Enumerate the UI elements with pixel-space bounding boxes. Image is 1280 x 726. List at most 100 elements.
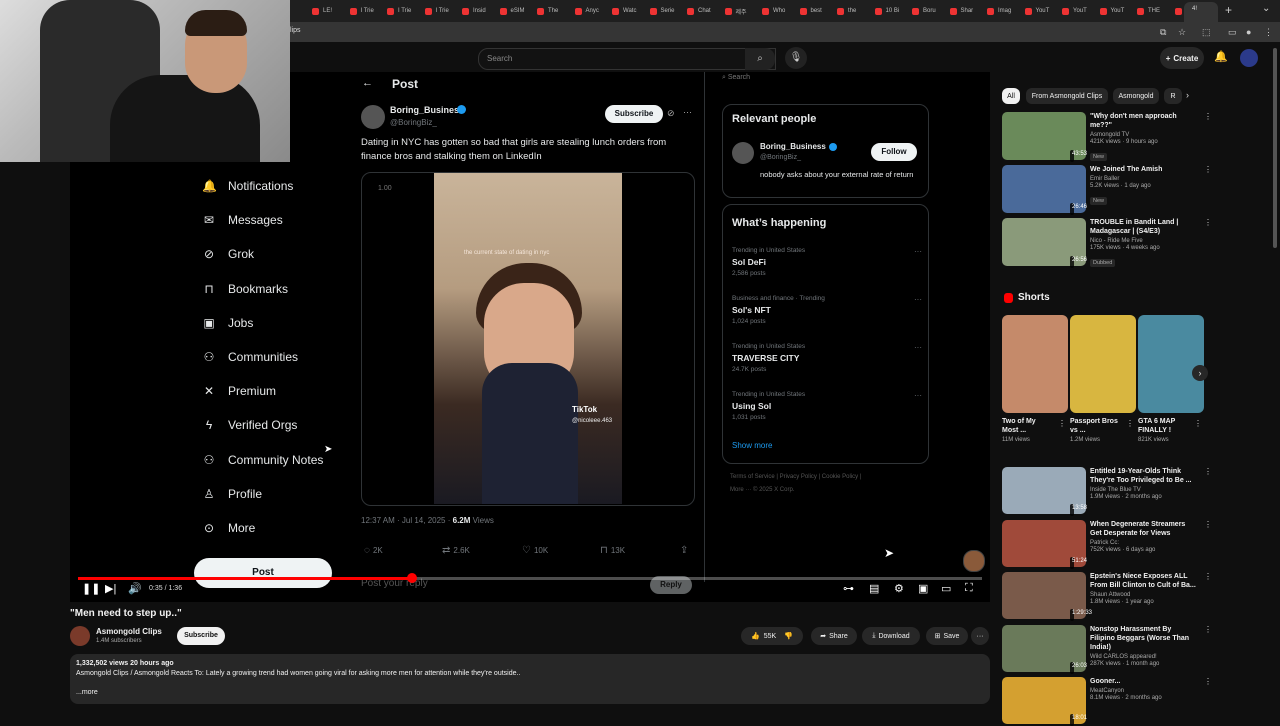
trend-item[interactable]: Business and finance · Trending Sol's NFT… xyxy=(732,295,922,325)
sidepanel-icon[interactable]: ▭ xyxy=(1228,27,1237,38)
save-button[interactable]: ⊞ Save xyxy=(926,627,968,645)
pause-icon[interactable]: ❚❚ xyxy=(82,582,100,595)
nav-item-jobs[interactable]: ▣ Jobs xyxy=(202,313,253,333)
tweet-author-avatar[interactable] xyxy=(361,105,385,129)
recommended-video[interactable]: 51:24 When Degenerate Streamers Get Despe… xyxy=(1002,519,1212,569)
tweet-author-handle[interactable]: @BoringBiz_ xyxy=(390,118,437,127)
channel-name[interactable]: Asmongold TV xyxy=(1090,132,1198,138)
nav-item-communities[interactable]: ⚇ Communities xyxy=(202,347,298,367)
profile-icon[interactable]: ● xyxy=(1246,27,1251,37)
like-action[interactable]: ♡ 10K xyxy=(522,545,548,556)
browser-tab[interactable]: 10 Bi xyxy=(874,3,909,19)
nav-item-profile[interactable]: ♙ Profile xyxy=(202,484,262,504)
bookmark-action[interactable]: ⊓ 13K xyxy=(600,545,625,556)
video-title[interactable]: Nonstop Harassment By Filipino Beggars (… xyxy=(1090,625,1198,652)
autoplay-toggle-icon[interactable]: ⊶ xyxy=(843,582,854,595)
more-icon[interactable]: ··· xyxy=(914,343,922,352)
browser-tab[interactable]: Insid xyxy=(462,3,496,19)
recommended-video[interactable]: 43:53 "Why don't men approach me??" Asmong… xyxy=(1002,112,1212,162)
active-tab[interactable]: 4! xyxy=(1184,2,1218,22)
more-vert-icon[interactable]: ⋮ xyxy=(1194,419,1202,428)
nav-item-bookmarks[interactable]: ⊓ Bookmarks xyxy=(202,279,288,299)
video-title[interactable]: TROUBLE in Bandit Land | Madagascar | (S… xyxy=(1090,218,1198,236)
thumbs-up-icon[interactable]: 👍 xyxy=(751,632,760,640)
video-thumbnail[interactable]: 51:24 xyxy=(1002,519,1087,569)
more-vert-icon[interactable]: ⋮ xyxy=(1126,419,1134,428)
chevron-right-icon[interactable]: › xyxy=(1192,365,1208,381)
reply-action[interactable]: ◌ 2K xyxy=(364,545,383,556)
share-button[interactable]: ➦ Share xyxy=(811,627,857,645)
recommended-video[interactable]: 13:58 Entitled 19-Year-Olds Think They're… xyxy=(1002,467,1212,516)
thumbs-down-icon[interactable]: 👎 xyxy=(784,632,793,640)
channel-name[interactable]: Emir Baller xyxy=(1090,176,1198,182)
microphone-icon[interactable]: 🎙 xyxy=(785,47,807,69)
more-icon[interactable]: ··· xyxy=(914,247,922,256)
channel-name[interactable]: Asmongold Clips xyxy=(96,627,162,636)
trend-item[interactable]: Trending in United States Using Sol 1,031 … xyxy=(732,391,922,421)
filter-chip[interactable]: R xyxy=(1164,88,1182,104)
video-title[interactable]: Epstein's Niece Exposes ALL From Bill Cl… xyxy=(1090,572,1198,590)
short-thumbnail[interactable] xyxy=(1138,315,1204,413)
channel-name[interactable]: Nico - Ride Me Five xyxy=(1090,238,1198,244)
video-thumbnail[interactable]: 26:56 xyxy=(1002,218,1087,268)
browser-tab[interactable]: the xyxy=(837,3,871,19)
browser-tab[interactable]: Chat xyxy=(687,3,721,19)
nav-item-verified-orgs[interactable]: ϟ Verified Orgs xyxy=(202,415,298,435)
next-icon[interactable]: ▶| xyxy=(105,582,116,595)
browser-tab[interactable]: Imag xyxy=(987,3,1021,19)
more-vert-icon[interactable]: ⋮ xyxy=(1058,419,1066,428)
browser-tab[interactable]: I Trie xyxy=(424,3,459,19)
short-title[interactable]: Two of My Most ... xyxy=(1002,417,1052,435)
more-icon[interactable]: ··· xyxy=(683,107,692,117)
menu-icon[interactable]: ⋮ xyxy=(1264,27,1273,38)
fullscreen-icon[interactable]: ⛶ xyxy=(965,582,973,595)
more-vert-icon[interactable]: ⋮ xyxy=(1204,467,1212,476)
relevant-person-handle[interactable]: @BoringBiz_ xyxy=(760,154,801,161)
subscribe-button[interactable]: Subscribe xyxy=(177,627,225,645)
theater-mode-icon[interactable]: ▭ xyxy=(941,582,951,595)
nav-item-grok[interactable]: ⊘ Grok xyxy=(202,244,254,264)
scrollbar[interactable] xyxy=(1273,48,1277,248)
search-icon[interactable]: ⌕ xyxy=(745,48,775,70)
recommended-video[interactable]: 26:56 TROUBLE in Bandit Land | Madagascar… xyxy=(1002,218,1212,268)
short-title[interactable]: Passport Bros vs ... xyxy=(1070,417,1120,435)
more-vert-icon[interactable]: ⋮ xyxy=(1204,165,1212,174)
relevant-person-name[interactable]: Boring_Business xyxy=(760,142,826,151)
channel-watermark-avatar[interactable] xyxy=(963,550,985,572)
show-more-link[interactable]: ...more xyxy=(76,689,98,696)
more-vert-icon[interactable]: ⋮ xyxy=(1204,218,1212,227)
browser-tab[interactable]: I Trie xyxy=(387,3,421,19)
settings-gear-icon[interactable]: ⚙ xyxy=(894,582,904,595)
short-title[interactable]: GTA 6 MAP FINALLY ! xyxy=(1138,417,1188,435)
show-more-link[interactable]: Show more xyxy=(732,441,772,450)
download-button[interactable]: ⤓ Download xyxy=(862,627,920,645)
progress-bar[interactable] xyxy=(78,573,982,583)
share-action[interactable]: ⇪ xyxy=(680,545,691,556)
extensions-icon[interactable]: ⬚ xyxy=(1202,27,1211,38)
trend-item[interactable]: Trending in United States Sol DeFi 2,586 p… xyxy=(732,247,922,277)
browser-tab[interactable]: 제주 xyxy=(724,3,759,19)
short-item[interactable]: Passport Bros vs ... 1.2M views ⋮ xyxy=(1070,315,1136,443)
more-vert-icon[interactable]: ⋮ xyxy=(1204,520,1212,529)
video-title[interactable]: When Degenerate Streamers Get Desperate … xyxy=(1090,520,1198,538)
more-icon[interactable]: ··· xyxy=(914,391,922,400)
browser-tab[interactable]: Watc xyxy=(612,3,646,19)
browser-tab[interactable]: YouT xyxy=(1099,3,1134,19)
captions-icon[interactable]: ▤ xyxy=(869,582,879,595)
create-button[interactable]: + Create xyxy=(1160,47,1204,69)
more-actions-icon[interactable]: ··· xyxy=(971,627,989,645)
channel-name[interactable]: MeatCanyon xyxy=(1090,688,1198,694)
miniplayer-icon[interactable]: ▣ xyxy=(918,582,928,595)
nav-item-community-notes[interactable]: ⚇ Community Notes xyxy=(202,450,324,470)
nav-item-more[interactable]: ⊙ More xyxy=(202,518,255,538)
video-thumbnail[interactable]: 43:53 xyxy=(1002,112,1087,162)
bookmark-star-icon[interactable]: ☆ xyxy=(1178,27,1186,38)
recommended-video[interactable]: 1:29:33 Epstein's Niece Exposes ALL From … xyxy=(1002,572,1212,621)
recommended-video[interactable]: 26:03 Nonstop Harassment By Filipino Begg… xyxy=(1002,624,1212,674)
video-title[interactable]: We Joined The Amish xyxy=(1090,165,1198,174)
avatar[interactable] xyxy=(1240,49,1258,67)
install-icon[interactable]: ⧉ xyxy=(1160,27,1166,38)
new-tab-button[interactable]: + xyxy=(1225,3,1232,17)
playback-speed[interactable]: 1.00 xyxy=(378,185,392,192)
channel-avatar[interactable] xyxy=(70,626,90,646)
